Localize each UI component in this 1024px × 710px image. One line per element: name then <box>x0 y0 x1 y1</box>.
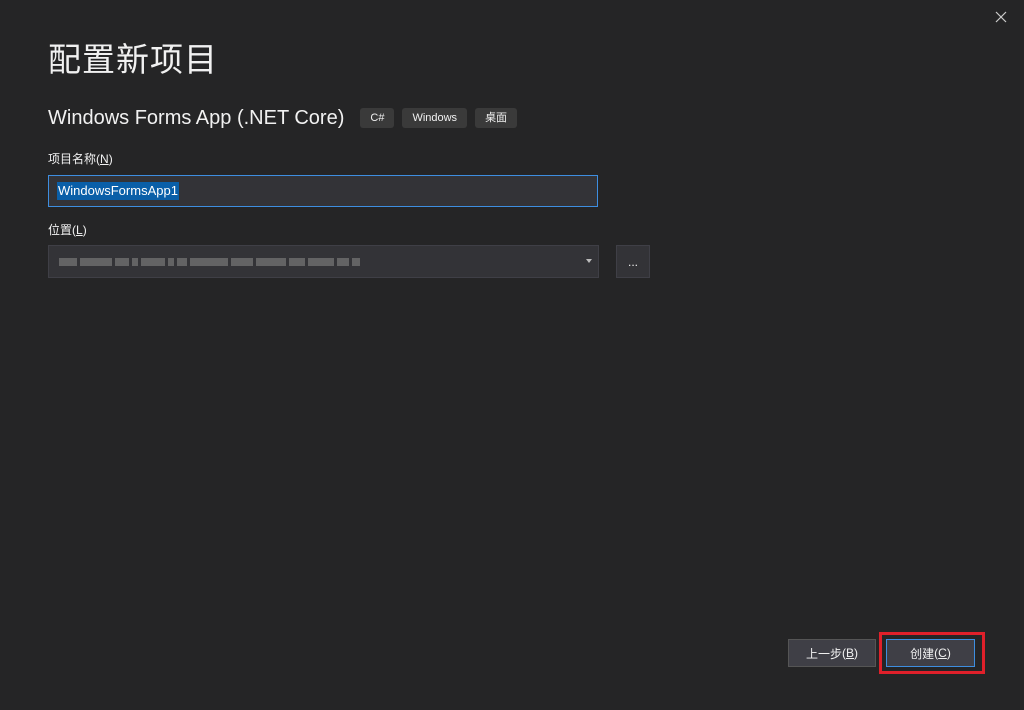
create-button[interactable]: 创建(C) <box>886 639 975 667</box>
tag-platform: Windows <box>402 108 468 128</box>
project-name-value: WindowsFormsApp1 <box>57 182 179 200</box>
template-name: Windows Forms App (.NET Core) <box>48 107 345 129</box>
project-name-input[interactable]: WindowsFormsApp1 <box>48 175 598 207</box>
page-title: 配置新项目 <box>48 41 218 78</box>
back-button[interactable]: 上一步(B) <box>788 639 876 667</box>
chevron-down-icon[interactable] <box>586 259 592 263</box>
location-combobox[interactable] <box>48 245 599 278</box>
close-icon <box>995 11 1007 23</box>
close-button[interactable] <box>992 8 1010 26</box>
location-label: 位置(L) <box>48 223 87 237</box>
tag-language: C# <box>360 108 395 128</box>
browse-button[interactable]: ... <box>616 245 650 278</box>
template-info: Windows Forms App (.NET Core) C# Windows… <box>48 104 525 132</box>
project-name-label: 项目名称(N) <box>48 152 113 166</box>
configure-project-dialog: 配置新项目 Windows Forms App (.NET Core) C# W… <box>0 0 1024 710</box>
location-value-blurred <box>59 257 363 266</box>
tag-project-type: 桌面 <box>475 108 518 128</box>
